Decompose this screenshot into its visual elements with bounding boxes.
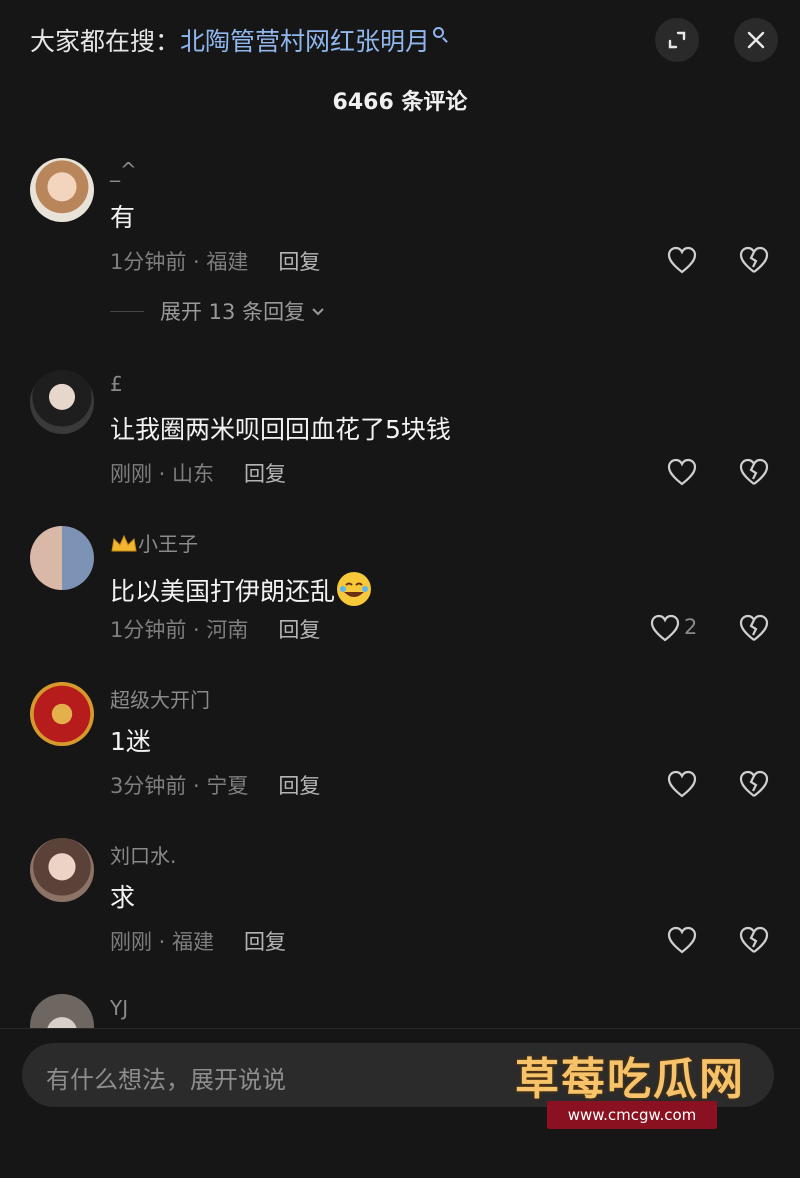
reply-button[interactable]: 回复: [244, 930, 286, 954]
comment-location: 福建: [206, 250, 249, 274]
comment-time: 1分钟前: [110, 618, 187, 642]
comment-username[interactable]: 小王子: [110, 528, 198, 557]
comment-location: 宁夏: [206, 774, 249, 798]
search-icon: [433, 27, 445, 38]
comment-input-bar: 有什么想法，展开说说 草莓吃瓜网 www.cmcgw.com: [0, 1028, 800, 1178]
crown-icon: [110, 534, 138, 554]
reply-button[interactable]: 回复: [244, 462, 286, 486]
heart-icon[interactable]: [665, 923, 699, 957]
comment-count: 6466 条评论: [332, 90, 468, 115]
top-bar: 大家都在搜：北陶管营村网红张明月: [0, 0, 800, 80]
heart-icon[interactable]: [665, 455, 699, 489]
broken-heart-icon[interactable]: [737, 455, 771, 489]
comment-username[interactable]: 超级大开门: [110, 684, 210, 713]
search-suggestion[interactable]: 大家都在搜：北陶管营村网红张明月: [30, 22, 445, 58]
avatar[interactable]: [30, 370, 94, 434]
comment-time: 刚刚: [110, 930, 152, 954]
heart-icon[interactable]: [648, 611, 682, 645]
comment-time: 3分钟前: [110, 774, 187, 798]
watermark-title: 草莓吃瓜网: [515, 1054, 745, 1105]
broken-heart-icon[interactable]: [737, 923, 771, 957]
comment-text-label: 比以美国打伊朗还乱: [110, 577, 336, 606]
close-icon: [747, 31, 765, 49]
comment-meta: 3分钟前 · 宁夏 回复: [110, 774, 321, 798]
broken-heart-icon[interactable]: [737, 243, 771, 277]
heart-icon[interactable]: [665, 767, 699, 801]
comment-username[interactable]: £: [110, 372, 123, 396]
expand-replies-button[interactable]: 展开 13 条回复: [110, 296, 327, 326]
watermark-url: www.cmcgw.com: [547, 1101, 717, 1129]
comment-time: 1分钟前: [110, 250, 187, 274]
reply-button[interactable]: 回复: [278, 774, 320, 798]
comment-meta: 刚刚 · 福建 回复: [110, 930, 287, 954]
search-prefix: 大家都在搜：: [30, 27, 181, 56]
comment-text: 1迷: [110, 727, 151, 756]
close-button[interactable]: [734, 18, 778, 62]
comment-meta: 刚刚 · 山东 回复: [110, 462, 287, 486]
avatar[interactable]: [30, 682, 94, 746]
heart-icon[interactable]: [665, 243, 699, 277]
comment-meta: 1分钟前 · 河南 回复: [110, 618, 321, 642]
comment-text: 求: [110, 883, 136, 912]
comment-text: 有: [110, 203, 136, 232]
avatar[interactable]: [30, 838, 94, 902]
comment-text: 比以美国打伊朗还乱: [110, 566, 372, 608]
reply-button[interactable]: 回复: [278, 250, 320, 274]
comment-location: 福建: [172, 930, 215, 954]
comment-username[interactable]: 刘口水.: [110, 840, 176, 869]
expand-replies-label: 展开 13 条回复: [160, 300, 306, 324]
like-count: 2: [684, 615, 698, 639]
comment-username[interactable]: _^: [110, 158, 137, 182]
expand-button[interactable]: [655, 18, 699, 62]
comment-username[interactable]: YJ: [110, 996, 128, 1020]
chevron-down-icon: [312, 308, 324, 316]
comment-location: 山东: [172, 462, 215, 486]
username-label: 小王子: [138, 532, 198, 556]
comment-time: 刚刚: [110, 462, 152, 486]
broken-heart-icon[interactable]: [737, 611, 771, 645]
comment-input-placeholder: 有什么想法，展开说说: [46, 1066, 286, 1094]
comment-location: 河南: [206, 618, 249, 642]
divider: [110, 310, 144, 312]
crying-laughing-emoji-icon: [337, 572, 372, 606]
expand-icon: [668, 31, 686, 49]
reply-button[interactable]: 回复: [278, 618, 320, 642]
avatar[interactable]: [30, 526, 94, 590]
comment-text: 让我圈两米呗回回血花了5块钱: [110, 415, 451, 444]
comment-meta: 1分钟前 · 福建 回复: [110, 250, 321, 274]
search-keyword[interactable]: 北陶管营村网红张明月: [180, 27, 430, 56]
avatar[interactable]: [30, 158, 94, 222]
broken-heart-icon[interactable]: [737, 767, 771, 801]
